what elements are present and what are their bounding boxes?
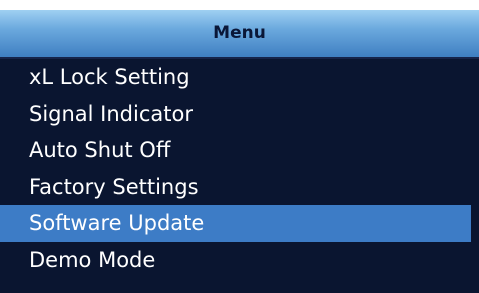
menu-item-signal-indicator[interactable]: Signal Indicator bbox=[0, 96, 479, 133]
menu-item-xl-lock-setting[interactable]: xL Lock Setting bbox=[0, 59, 479, 96]
menu-item-demo-mode[interactable]: Demo Mode bbox=[0, 242, 479, 279]
menu-item-auto-shut-off[interactable]: Auto Shut Off bbox=[0, 132, 479, 169]
menu-title: Menu bbox=[213, 23, 266, 43]
menu-item-software-update[interactable]: Software Update bbox=[0, 205, 471, 242]
menu-header: Menu bbox=[0, 10, 479, 57]
device-screen: Menu xL Lock Setting Signal Indicator Au… bbox=[0, 10, 479, 293]
menu-item-factory-settings[interactable]: Factory Settings bbox=[0, 169, 479, 206]
menu-list: xL Lock Setting Signal Indicator Auto Sh… bbox=[0, 59, 479, 278]
